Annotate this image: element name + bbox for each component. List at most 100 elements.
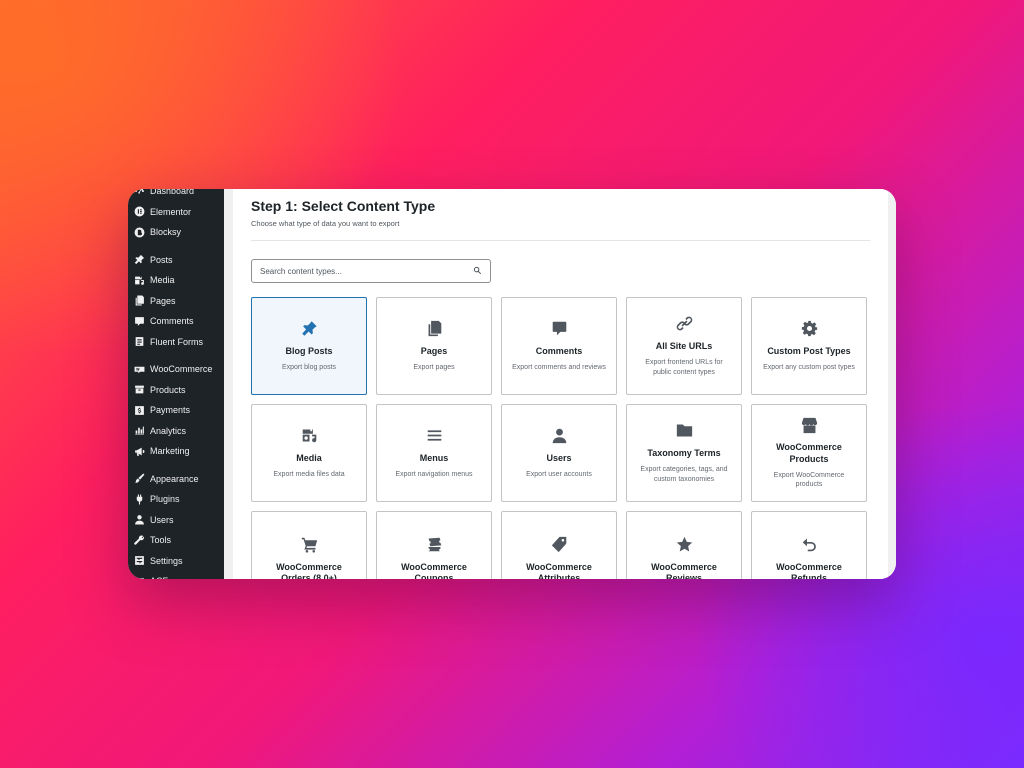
card-title: WooCommerce Coupons <box>401 561 467 579</box>
sidebar-item-label: Blocksy <box>150 227 182 238</box>
megaphone-icon <box>133 445 145 457</box>
search-icon[interactable] <box>473 262 482 280</box>
content-type-card-taxonomy-terms[interactable]: Taxonomy Terms Export categories, tags, a… <box>626 404 742 502</box>
sidebar-item-blocksy[interactable]: Blocksy <box>128 222 224 243</box>
cart-icon <box>300 536 318 554</box>
tickets-icon <box>425 536 443 554</box>
sidebar-item-label: Plugins <box>150 494 180 505</box>
card-description: Export media files data <box>273 470 345 478</box>
plugin-icon <box>133 493 145 505</box>
card-title: Media <box>296 452 322 463</box>
media-icon <box>133 274 145 286</box>
page-subtitle: Choose what type of data you want to exp… <box>251 219 400 228</box>
app-window: Dashboard Elementor Blocksy Posts Media Pages… <box>128 189 896 579</box>
settings-icon <box>133 555 145 567</box>
user-icon <box>550 427 568 445</box>
content-type-card-woocommerce-coupons[interactable]: WooCommerce Coupons <box>376 511 492 579</box>
content-type-card-custom-post-types[interactable]: Custom Post Types Export any custom post … <box>751 297 867 395</box>
sidebar-item-elementor[interactable]: Elementor <box>128 202 224 223</box>
card-title: WooCommerce Products <box>776 442 842 464</box>
elementor-icon <box>133 206 145 218</box>
admin-sidebar: Dashboard Elementor Blocksy Posts Media Pages… <box>128 189 224 579</box>
sidebar-item-fluent-forms[interactable]: Fluent Forms <box>128 332 224 353</box>
card-title: WooCommerce Attributes <box>526 561 592 579</box>
search-input[interactable] <box>260 266 473 276</box>
content-type-card-woocommerce-reviews[interactable]: WooCommerce Reviews <box>626 511 742 579</box>
sidebar-item-label: Comments <box>150 316 194 327</box>
content-type-card-comments[interactable]: Comments Export comments and reviews <box>501 297 617 395</box>
user-icon <box>133 514 145 526</box>
woocommerce-icon <box>133 363 145 375</box>
content-type-card-woocommerce-refunds[interactable]: WooCommerce Refunds <box>751 511 867 579</box>
sidebar-item-label: Appearance <box>150 473 199 484</box>
sidebar-item-appearance[interactable]: Appearance <box>128 469 224 490</box>
acf-icon <box>133 575 145 579</box>
dashboard-icon <box>133 189 145 197</box>
comment-icon <box>133 315 145 327</box>
card-description: Export navigation menus <box>395 470 473 478</box>
comment-icon <box>550 320 568 338</box>
card-description: Export frontend URLs for public content … <box>645 359 723 376</box>
chart-bar-icon <box>133 425 145 437</box>
sidebar-item-payments[interactable]: Payments <box>128 400 224 421</box>
link-icon <box>675 315 693 333</box>
star-icon <box>675 536 693 554</box>
sidebar-item-products[interactable]: Products <box>128 380 224 401</box>
dollar-icon <box>133 404 145 416</box>
content-type-card-blog-posts[interactable]: Blog Posts Export blog posts <box>251 297 367 395</box>
content-type-card-users[interactable]: Users Export user accounts <box>501 404 617 502</box>
sidebar-item-pages[interactable]: Pages <box>128 291 224 312</box>
sidebar-item-label: Dashboard <box>150 189 195 197</box>
sidebar-item-label: WooCommerce <box>150 364 213 375</box>
card-title: Comments <box>535 345 583 356</box>
content-type-card-woocommerce-attributes[interactable]: WooCommerce Attributes <box>501 511 617 579</box>
card-description: Export pages <box>413 363 455 371</box>
sidebar-item-posts[interactable]: Posts <box>128 250 224 271</box>
sidebar-item-label: Tools <box>150 535 172 546</box>
sidebar-item-tools[interactable]: Tools <box>128 530 224 551</box>
sidebar-item-analytics[interactable]: Analytics <box>128 421 224 442</box>
sidebar-item-woocommerce[interactable]: WooCommerce <box>128 359 224 380</box>
form-icon <box>133 336 145 348</box>
pages-icon <box>425 320 443 338</box>
sidebar-item-label: Analytics <box>150 425 187 436</box>
content-type-card-media[interactable]: Media Export media files data <box>251 404 367 502</box>
content-type-card-pages[interactable]: Pages Export pages <box>376 297 492 395</box>
archive-icon <box>133 384 145 396</box>
sidebar-item-settings[interactable]: Settings <box>128 551 224 572</box>
tag-icon <box>550 536 568 554</box>
store-icon <box>800 416 818 434</box>
card-description: Export blog posts <box>281 363 337 371</box>
media-icon <box>300 427 318 445</box>
search-box[interactable] <box>251 259 491 283</box>
card-title: WooCommerce Orders (8.0+) <box>276 561 342 579</box>
content-type-card-woocommerce-orders-8-0[interactable]: WooCommerce Orders (8.0+) <box>251 511 367 579</box>
page-title: Step 1: Select Content Type <box>251 198 436 214</box>
gear-icon <box>800 320 818 338</box>
card-description: Export comments and reviews <box>512 363 606 371</box>
content-type-card-woocommerce-products[interactable]: WooCommerce Products Export WooCommerce p… <box>751 404 867 502</box>
sidebar-item-label: Marketing <box>150 446 190 457</box>
content-type-card-menus[interactable]: Menus Export navigation menus <box>376 404 492 502</box>
sidebar-item-acf[interactable]: ACF <box>128 571 224 579</box>
sidebar-item-label: Payments <box>150 405 191 416</box>
sidebar-item-users[interactable]: Users <box>128 510 224 531</box>
card-description: Export any custom post types <box>763 363 855 371</box>
wrench-icon <box>133 534 145 546</box>
menu-icon <box>425 427 443 445</box>
content-type-card-all-site-urls[interactable]: All Site URLs Export frontend URLs for pu… <box>626 297 742 395</box>
main-area: Step 1: Select Content Type Choose what … <box>224 189 896 579</box>
sidebar-item-dashboard[interactable]: Dashboard <box>128 189 224 202</box>
pin-icon <box>300 320 318 338</box>
sidebar-item-label: Products <box>150 384 186 395</box>
sidebar-item-comments[interactable]: Comments <box>128 311 224 332</box>
sidebar-item-marketing[interactable]: Marketing <box>128 441 224 462</box>
pin-icon <box>133 254 145 266</box>
card-title: Blog Posts <box>285 345 333 356</box>
pages-icon <box>133 295 145 307</box>
sidebar-item-label: Settings <box>150 555 183 566</box>
divider <box>251 240 870 241</box>
sidebar-item-label: Posts <box>150 254 173 265</box>
sidebar-item-media[interactable]: Media <box>128 270 224 291</box>
sidebar-item-plugins[interactable]: Plugins <box>128 489 224 510</box>
